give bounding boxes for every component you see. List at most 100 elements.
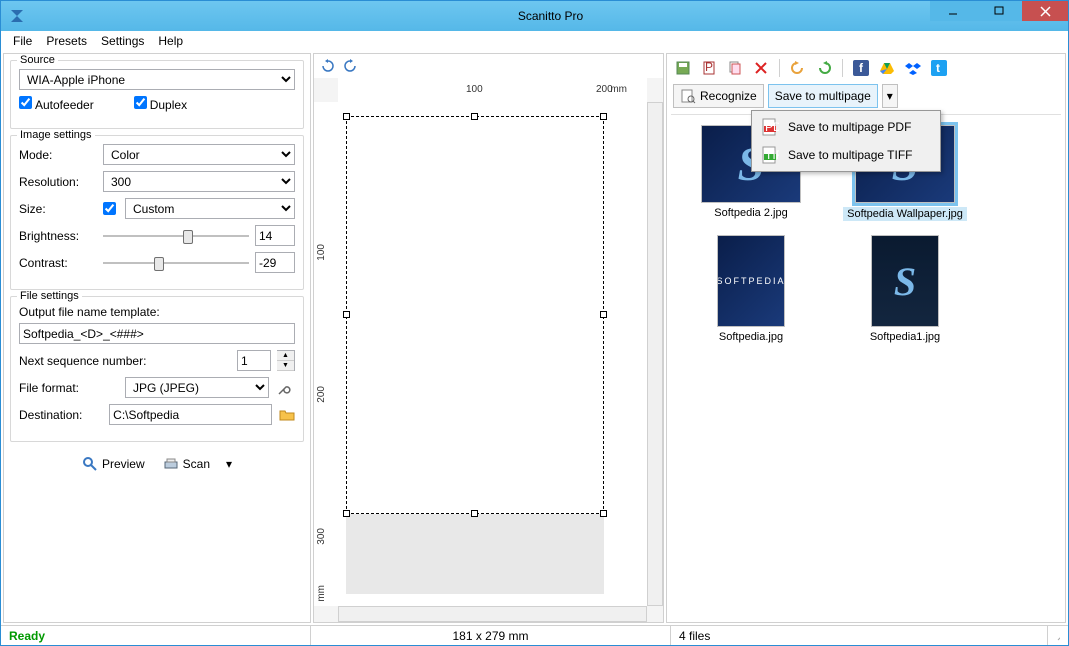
svg-text:P: P: [705, 60, 713, 74]
horizontal-ruler: 100 200 mm: [338, 78, 647, 102]
gdrive-button[interactable]: [877, 58, 897, 78]
dropbox-button[interactable]: [903, 58, 923, 78]
brightness-value[interactable]: [255, 225, 295, 246]
preview-button[interactable]: Preview: [82, 456, 145, 472]
menu-settings[interactable]: Settings: [95, 32, 150, 50]
svg-text:TIF: TIF: [765, 148, 779, 162]
facebook-button[interactable]: f: [851, 58, 871, 78]
vertical-ruler: 100 200 300 mm: [314, 102, 338, 606]
mode-label: Mode:: [19, 148, 97, 162]
twitter-button[interactable]: t: [929, 58, 949, 78]
menu-presets[interactable]: Presets: [40, 32, 93, 50]
recognize-button[interactable]: Recognize: [673, 84, 764, 108]
preview-area: 100 200 mm 100 200 300 mm: [314, 78, 663, 622]
thumb-item[interactable]: S Softpedia1.jpg: [835, 235, 975, 343]
vertical-scrollbar[interactable]: [647, 102, 663, 606]
app-icon: [9, 8, 25, 24]
right-panel: P f t Recognize Save to multipage ▾: [666, 53, 1066, 623]
rotate-right-icon: [342, 58, 358, 74]
brightness-label: Brightness:: [19, 229, 97, 243]
thumb-caption: Softpedia 2.jpg: [714, 207, 787, 219]
preview-panel: 100 200 mm 100 200 300 mm: [313, 53, 664, 623]
autofeeder-checkbox[interactable]: [19, 96, 32, 109]
file-settings-group: File settings Output file name template:…: [10, 296, 304, 442]
delete-button[interactable]: [751, 58, 771, 78]
horizontal-scrollbar[interactable]: [338, 606, 647, 622]
contrast-slider[interactable]: [103, 253, 249, 273]
preview-canvas[interactable]: [338, 102, 647, 606]
format-label: File format:: [19, 381, 119, 395]
size-label: Size:: [19, 202, 97, 216]
contrast-value[interactable]: [255, 252, 295, 273]
disk-icon: [675, 60, 691, 76]
destination-input[interactable]: [109, 404, 272, 425]
pdf-icon: P: [701, 60, 717, 76]
thumb-caption: Softpedia1.jpg: [870, 331, 940, 343]
delete-icon: [754, 61, 768, 75]
save-multipage-menu: PDF Save to multipage PDF TIF Save to mu…: [751, 110, 941, 172]
thumb-caption: Softpedia Wallpaper.jpg: [843, 207, 967, 221]
resolution-select[interactable]: 300: [103, 171, 295, 192]
duplex-label: Duplex: [150, 98, 187, 112]
chevron-down-icon: ▾: [887, 89, 893, 103]
source-legend: Source: [17, 54, 58, 66]
autofeeder-label: Autofeeder: [35, 98, 94, 112]
undo-button[interactable]: [788, 58, 808, 78]
size-checkbox[interactable]: [103, 202, 116, 215]
template-label: Output file name template:: [19, 305, 295, 319]
copy-icon: [727, 60, 743, 76]
chevron-down-icon: ▾: [226, 457, 232, 471]
duplex-checkbox[interactable]: [134, 96, 147, 109]
status-dimensions: 181 x 279 mm: [452, 629, 528, 643]
contrast-label: Contrast:: [19, 256, 97, 270]
template-input[interactable]: [19, 323, 295, 344]
image-legend: Image settings: [17, 129, 95, 141]
status-ready: Ready: [9, 629, 45, 643]
save-button[interactable]: [673, 58, 693, 78]
facebook-icon: f: [853, 60, 869, 76]
rotate-left-button[interactable]: [320, 58, 336, 74]
mode-select[interactable]: Color: [103, 144, 295, 165]
sequence-input[interactable]: [237, 350, 271, 371]
svg-text:t: t: [936, 61, 940, 75]
sequence-spinner[interactable]: ▲▼: [277, 350, 295, 371]
save-multipage-dropdown-button[interactable]: ▾: [882, 84, 898, 108]
resize-grip-icon[interactable]: [1056, 630, 1060, 642]
copy-button[interactable]: [725, 58, 745, 78]
source-group: Source WIA-Apple iPhone Autofeeder Duple…: [10, 60, 304, 129]
close-button[interactable]: [1022, 1, 1068, 21]
source-device-select[interactable]: WIA-Apple iPhone: [19, 69, 295, 90]
selection-rect[interactable]: [346, 116, 604, 514]
browse-folder-button[interactable]: [278, 404, 295, 425]
statusbar: Ready 181 x 279 mm 4 files: [1, 625, 1068, 645]
thumbnail-grid: S Softpedia 2.jpg S Softpedia Wallpaper.…: [671, 114, 1061, 618]
maximize-button[interactable]: [976, 1, 1022, 21]
tiff-icon: TIF: [761, 146, 779, 164]
scan-button[interactable]: Scan ▾: [163, 456, 232, 472]
size-select[interactable]: Custom: [125, 198, 295, 219]
redo-icon: [816, 60, 832, 76]
save-multipage-tiff-item[interactable]: TIF Save to multipage TIFF: [754, 141, 938, 169]
minimize-button[interactable]: [930, 1, 976, 21]
menubar: File Presets Settings Help: [1, 31, 1068, 51]
format-settings-button[interactable]: [275, 377, 295, 398]
menu-help[interactable]: Help: [152, 32, 189, 50]
print-button[interactable]: P: [699, 58, 719, 78]
resolution-label: Resolution:: [19, 175, 97, 189]
menu-file[interactable]: File: [7, 32, 38, 50]
thumb-caption: Softpedia.jpg: [719, 331, 783, 343]
thumb-item[interactable]: SOFTPEDIA Softpedia.jpg: [681, 235, 821, 343]
save-multipage-button[interactable]: Save to multipage: [768, 84, 878, 108]
redo-button[interactable]: [814, 58, 834, 78]
format-select[interactable]: JPG (JPEG): [125, 377, 269, 398]
folder-icon: [279, 408, 295, 422]
left-panel: Source WIA-Apple iPhone Autofeeder Duple…: [3, 53, 311, 623]
save-multipage-pdf-item[interactable]: PDF Save to multipage PDF: [754, 113, 938, 141]
rotate-right-button[interactable]: [342, 58, 358, 74]
pdf-icon: PDF: [761, 118, 779, 136]
status-filecount: 4 files: [679, 629, 710, 643]
image-settings-group: Image settings Mode:Color Resolution:300…: [10, 135, 304, 290]
scanner-icon: [163, 456, 179, 472]
brightness-slider[interactable]: [103, 226, 249, 246]
sequence-label: Next sequence number:: [19, 354, 231, 368]
